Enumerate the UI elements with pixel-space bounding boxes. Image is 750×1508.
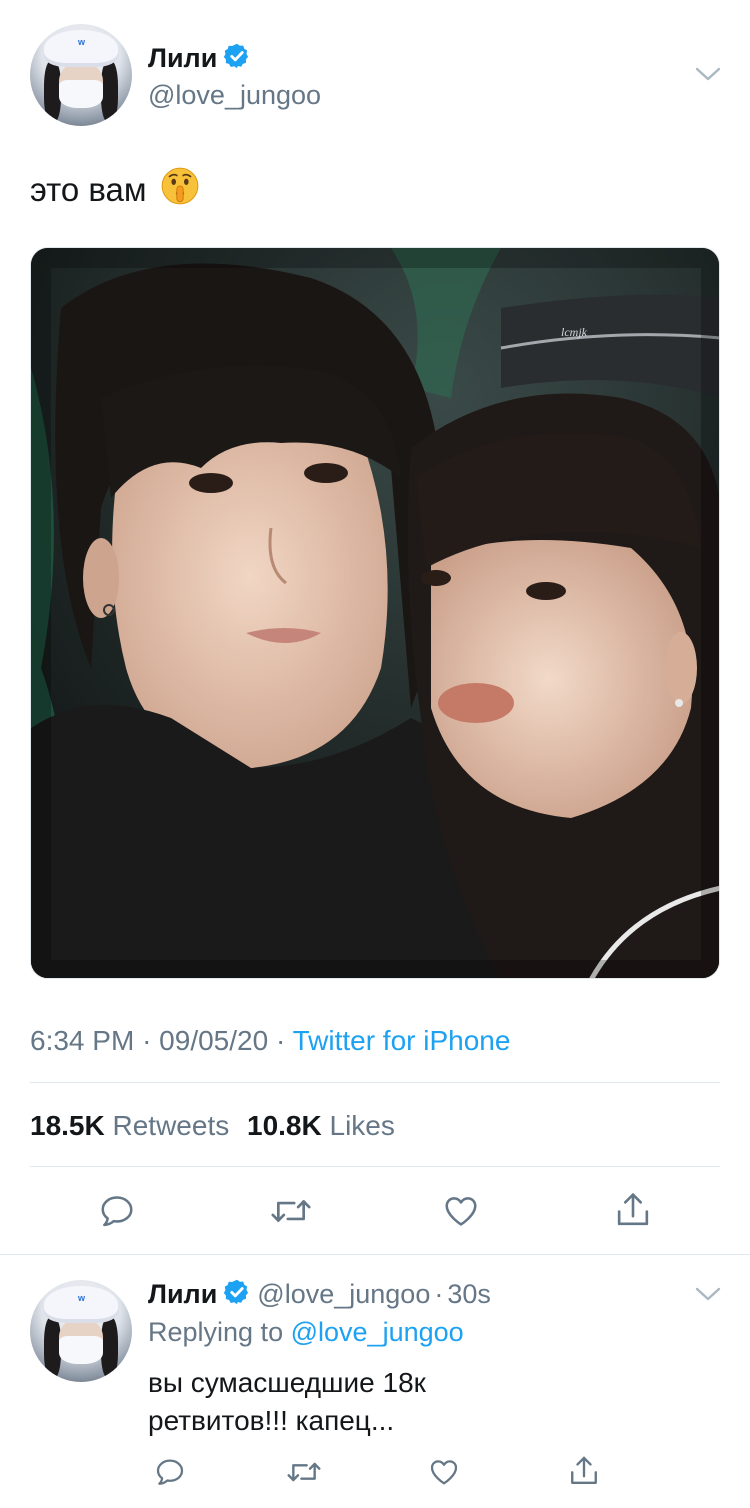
like-icon[interactable] xyxy=(428,1456,460,1488)
share-icon[interactable] xyxy=(568,1454,600,1488)
photo-illustration: lcmjk xyxy=(31,248,719,978)
author-handle[interactable]: @love_jungoo xyxy=(148,80,321,111)
tweet-metadata: 6:34 PM · 09/05/20 · Twitter for iPhone xyxy=(30,1025,510,1057)
tweet-source-link[interactable]: Twitter for iPhone xyxy=(293,1025,511,1056)
verified-badge-icon xyxy=(223,1278,251,1311)
chevron-down-icon[interactable] xyxy=(694,1284,722,1304)
likes-count[interactable]: 10.8K xyxy=(247,1110,322,1141)
divider xyxy=(30,1082,720,1083)
tweet-text: это вам xyxy=(30,165,201,215)
meta-separator: · xyxy=(142,1025,152,1056)
reply-author-display-name[interactable]: Лили xyxy=(148,1279,217,1310)
photo-watermark: lcmjk xyxy=(561,325,588,339)
retweet-icon[interactable] xyxy=(286,1456,322,1488)
likes-label[interactable]: Likes xyxy=(330,1110,395,1141)
reply-text: вы сумасшедшие 18к ретвитов!!! капец... xyxy=(148,1367,426,1436)
author-avatar[interactable]: w xyxy=(30,24,132,126)
divider xyxy=(30,1166,720,1167)
reply-time: 30s xyxy=(447,1279,491,1309)
tweet-time: 6:34 PM xyxy=(30,1025,135,1056)
author-name-row[interactable]: Лили xyxy=(148,42,251,75)
reply-separator: · xyxy=(434,1279,444,1309)
replying-to-line: Replying to @love_jungoo xyxy=(148,1317,464,1348)
like-icon[interactable] xyxy=(442,1192,480,1230)
meta-separator-2: · xyxy=(275,1025,286,1056)
tweet-photo[interactable]: lcmjk xyxy=(30,247,720,979)
chevron-down-icon[interactable] xyxy=(694,64,722,84)
author-display-name[interactable]: Лили xyxy=(148,43,217,74)
reply-author-row[interactable]: Лили @love_jungoo · 30s xyxy=(148,1278,491,1311)
tweet-date: 09/05/20 xyxy=(159,1025,269,1056)
share-icon[interactable] xyxy=(614,1190,652,1230)
tweet-text-content: это вам xyxy=(30,171,147,208)
section-divider xyxy=(0,1254,750,1255)
retweets-label[interactable]: Retweets xyxy=(113,1110,230,1141)
reply-icon[interactable] xyxy=(98,1192,136,1230)
retweet-icon[interactable] xyxy=(270,1192,312,1230)
shushing-face-icon xyxy=(159,165,201,215)
verified-badge-icon xyxy=(223,42,251,75)
reply-icon[interactable] xyxy=(154,1456,186,1488)
reply-author-handle[interactable]: @love_jungoo xyxy=(257,1279,430,1310)
retweets-count[interactable]: 18.5K xyxy=(30,1110,105,1141)
reply-author-avatar[interactable]: w xyxy=(30,1280,132,1382)
replying-to-handle-link[interactable]: @love_jungoo xyxy=(291,1317,464,1347)
replying-to-label: Replying to xyxy=(148,1317,284,1347)
tweet-stats: 18.5K Retweets 10.8K Likes xyxy=(30,1110,405,1142)
